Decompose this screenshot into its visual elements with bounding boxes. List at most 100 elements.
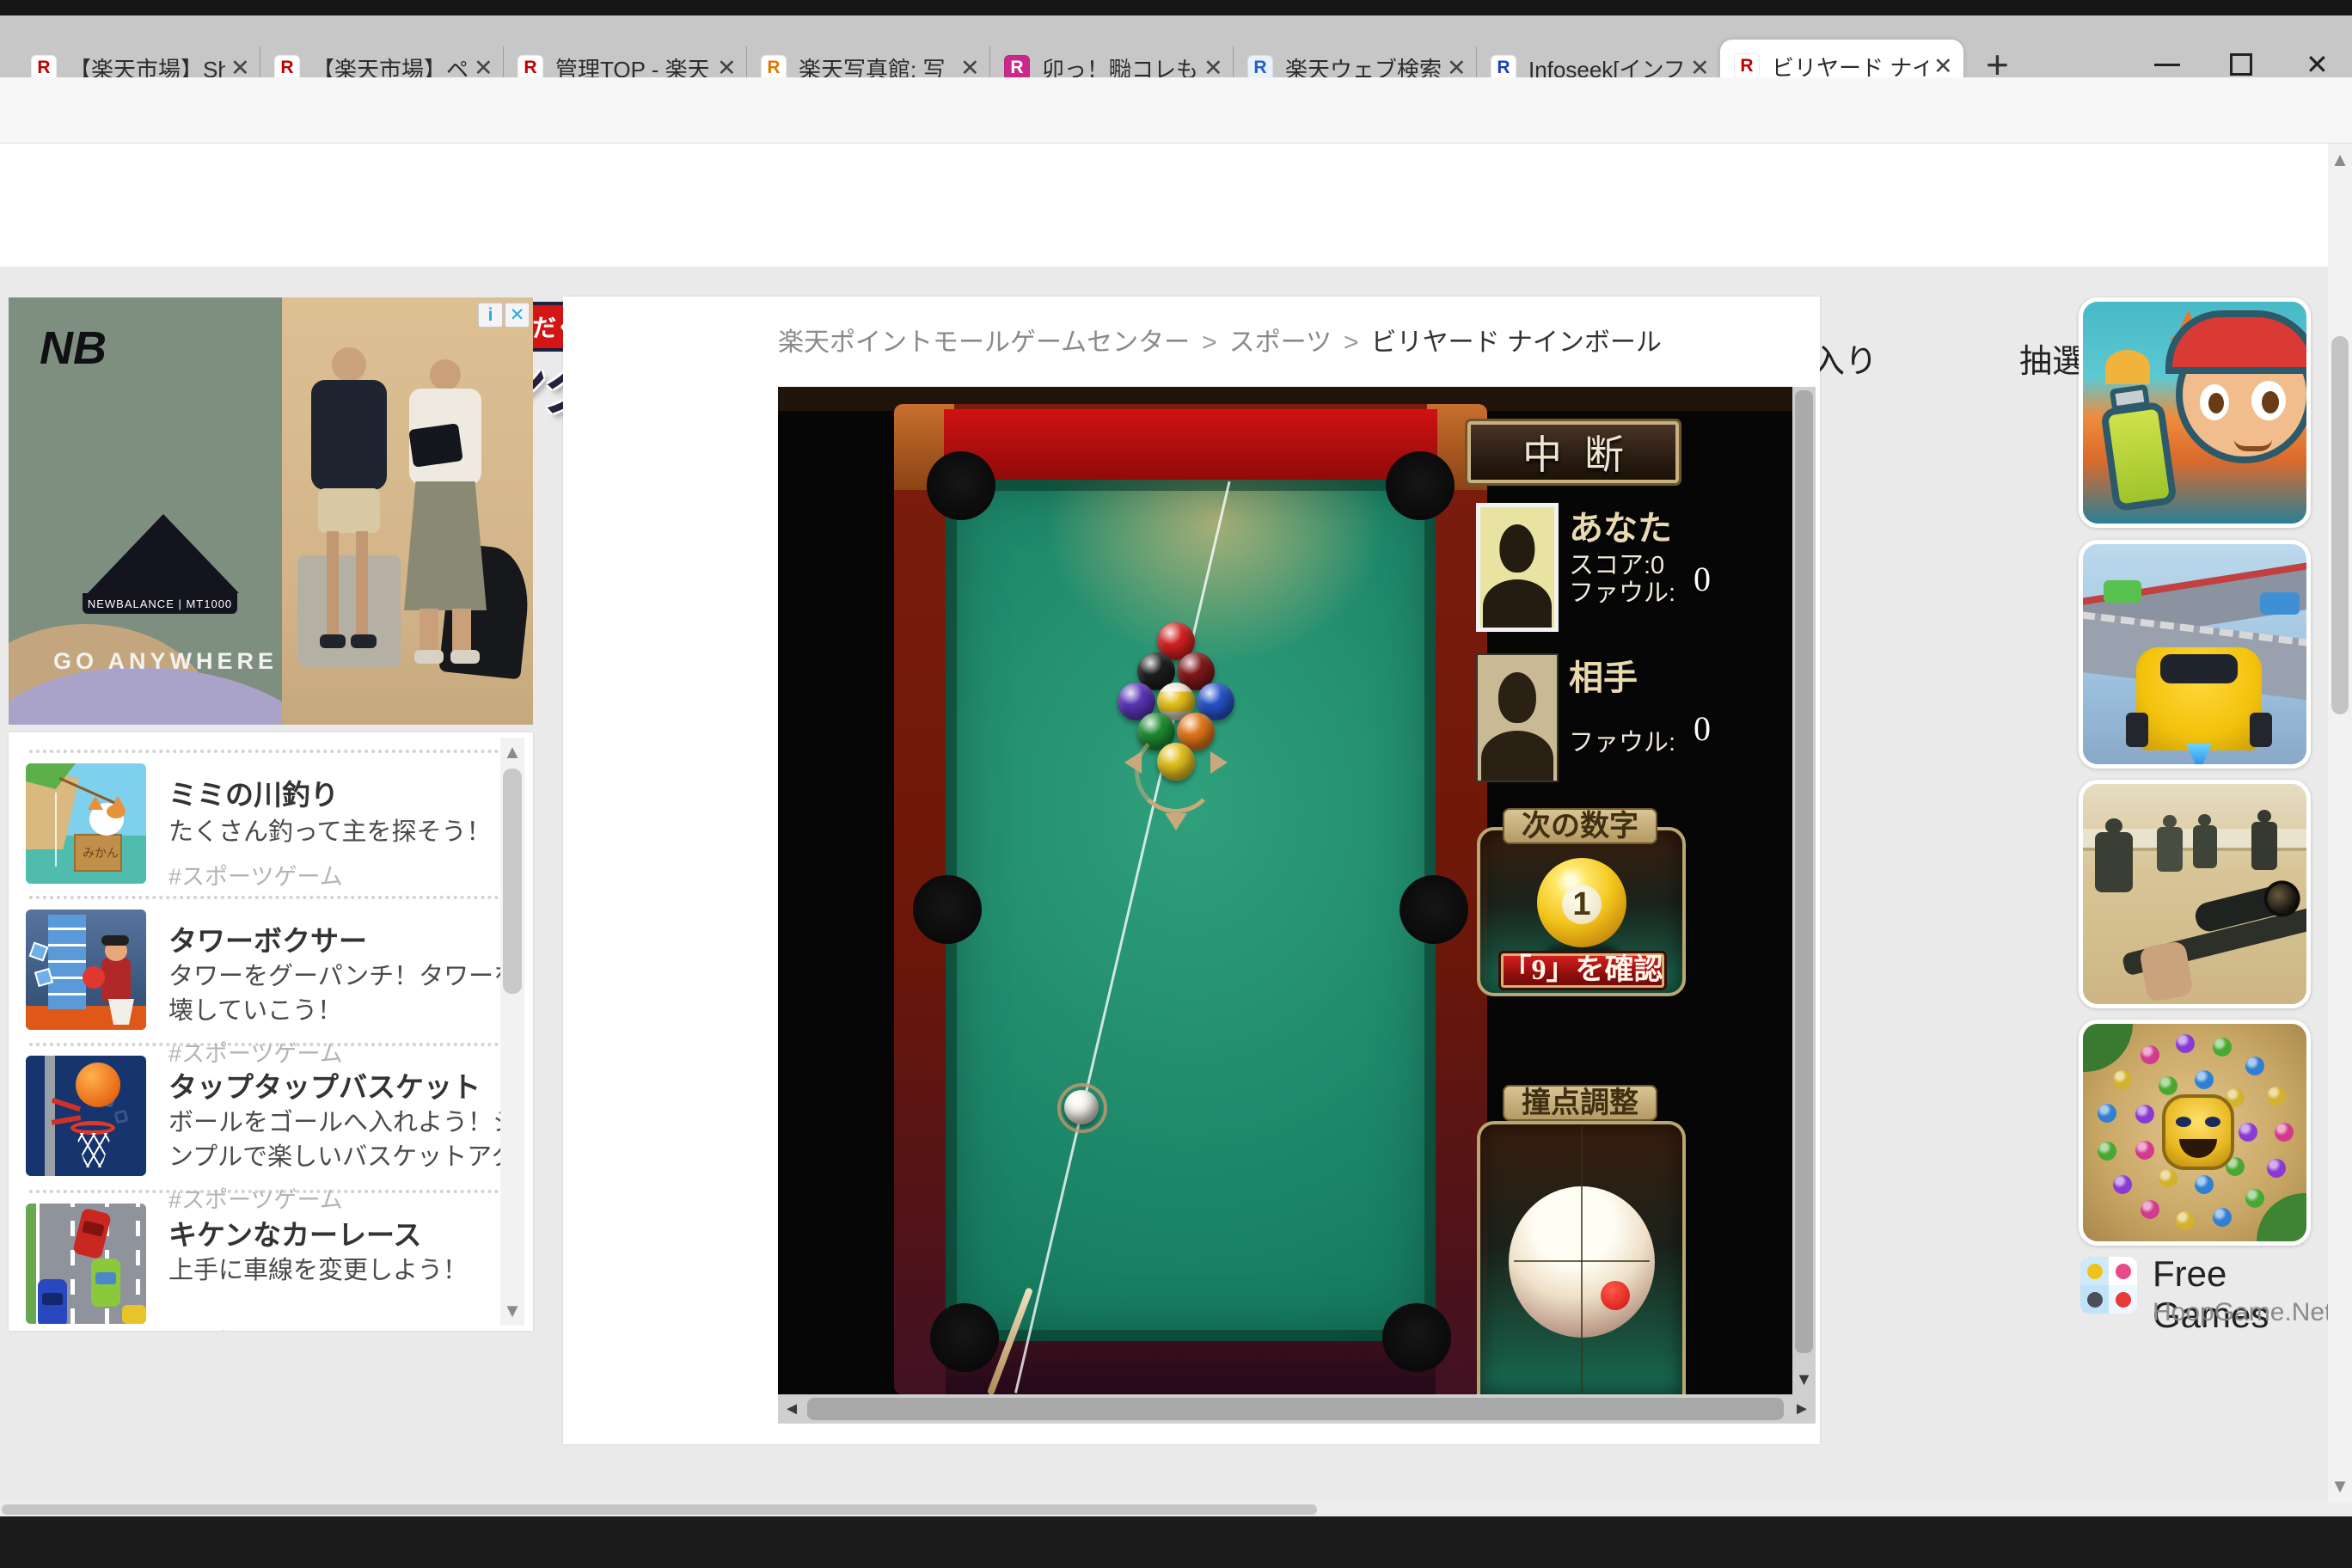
browser-window: R【楽天市場】Sho✕ R【楽天市場】ペー✕ R管理TOP - 楽天✕ R楽天写… — [0, 0, 2352, 1568]
ad-thumb-subway-runner[interactable] — [2079, 297, 2311, 528]
marble-ball — [2267, 1159, 2286, 1179]
ad-thumb-car-stunt[interactable] — [2079, 540, 2311, 769]
marble-ball — [2194, 1069, 2214, 1089]
scrollbar-thumb[interactable] — [2331, 336, 2349, 714]
pocket-top-left — [927, 451, 995, 520]
game-desc: 上手に車線を変更しよう！ — [168, 1257, 469, 1284]
boxer-game-thumbnail — [26, 910, 146, 1030]
game-title[interactable]: タワーボクサー — [168, 918, 367, 959]
scroll-up-icon[interactable]: ▲ — [500, 741, 524, 763]
pocket-middle-right — [1400, 875, 1468, 944]
game-title[interactable]: キケンなカーレース — [168, 1212, 421, 1253]
player-you-avatar — [1476, 503, 1559, 632]
marble-ball — [2176, 1033, 2196, 1053]
ad-woman-head — [430, 359, 461, 390]
tab-strip: R【楽天市場】Sho✕ R【楽天市場】ペー✕ R管理TOP - 楽天✕ R楽天写… — [0, 15, 2352, 93]
hoop-pole — [45, 1056, 55, 1176]
fishing-line — [55, 793, 57, 867]
scrollbar-thumb[interactable] — [2, 1504, 1317, 1515]
marble-ball — [2135, 1104, 2154, 1124]
ad-close-icon[interactable]: ✕ — [505, 303, 530, 328]
scroll-up-icon[interactable]: ▲ — [2328, 149, 2352, 171]
tower — [48, 915, 86, 1009]
boxing-glove — [83, 966, 105, 989]
soldier — [2251, 810, 2277, 870]
windows-taskbar: A 23:51 — [0, 1516, 2352, 1568]
marble-ball — [2245, 1056, 2264, 1075]
boxer-cap — [101, 935, 129, 946]
ad-thumb-marble-blast[interactable] — [2079, 1020, 2311, 1246]
boxer-body — [101, 958, 131, 1002]
ad-info-icon[interactable]: i — [478, 303, 503, 328]
blue-car — [2260, 592, 2300, 615]
spray-can — [2100, 383, 2177, 512]
ad-triangle-badge — [88, 514, 239, 593]
scrollbar-thumb[interactable] — [807, 1398, 1784, 1420]
maximize-button[interactable] — [2230, 53, 2252, 76]
marble-ball — [2245, 1189, 2264, 1209]
site-header: ミニゲーム盛りだくさん！ ゲームセンター ホーム ミッション一覧 新着ゲーム プ… — [0, 144, 2328, 423]
sun — [2105, 350, 2150, 384]
cue-ball[interactable] — [1064, 1090, 1099, 1124]
game-title[interactable]: タップタップバスケット — [168, 1064, 481, 1106]
soldier — [2095, 818, 2133, 892]
divider — [29, 750, 512, 753]
nav-lottery[interactable]: 抽選 — [2019, 334, 2085, 382]
sidebar-scrollbar[interactable]: ▲ ▼ — [500, 738, 524, 1326]
pool-table — [894, 404, 1487, 1394]
blue-car — [38, 1279, 67, 1324]
browser-toolbar: ← ⟳ https://general.game.pointmall.rakut… — [0, 77, 2352, 213]
window-titlebar — [0, 0, 2352, 15]
rotation-arc[interactable] — [1135, 731, 1217, 813]
player-opponent-foul-label: ファウル: — [1569, 729, 1676, 756]
billiards-game-canvas[interactable]: 中断 あなた スコア:0 ファウル: 0 相手 ファウル: 0 次の数字 1 「… — [778, 387, 1792, 1394]
rotate-left-arrow[interactable] — [1124, 751, 1142, 774]
board-arm — [51, 1097, 82, 1112]
breadcrumb-category[interactable]: スポーツ — [1229, 328, 1332, 357]
player-opponent-foul-value: 0 — [1694, 709, 1711, 748]
falling-tile — [28, 941, 49, 962]
page-vertical-scrollbar[interactable]: ▲ ▼ — [2328, 144, 2352, 1503]
tab-close-icon[interactable]: ✕ — [1933, 53, 1953, 80]
yellow-supercar — [2126, 647, 2272, 764]
close-button[interactable]: ✕ — [2306, 48, 2329, 81]
game-title[interactable]: ミミの川釣り — [168, 772, 339, 813]
contact-point-marker[interactable] — [1601, 1281, 1630, 1310]
scroll-down-icon[interactable]: ▼ — [1792, 1365, 1816, 1394]
game-vertical-scrollbar[interactable]: ▼ — [1792, 387, 1816, 1394]
breadcrumb: 楽天ポイントモールゲームセンター > スポーツ > ビリヤード ナインボール — [778, 328, 1662, 357]
ad-man-shoe — [351, 634, 377, 648]
ad-man-shoe — [320, 634, 346, 648]
soldier — [2193, 814, 2217, 868]
page-horizontal-scrollbar[interactable] — [0, 1503, 2352, 1516]
marble-ball — [2239, 1123, 2257, 1142]
breadcrumb-root[interactable]: 楽天ポイントモールゲームセンター — [778, 328, 1190, 357]
scrollbar-thumb[interactable] — [503, 769, 522, 994]
pause-button[interactable]: 中断 — [1465, 419, 1681, 486]
hoopgame-site[interactable]: HoopGame.Net — [2153, 1298, 2331, 1327]
player-you-foul-value: 0 — [1694, 560, 1711, 598]
ad-thumb-sniper[interactable] — [2079, 780, 2311, 1008]
scroll-right-icon[interactable]: ► — [1792, 1394, 1812, 1424]
rotate-right-arrow[interactable] — [1210, 751, 1228, 774]
scroll-down-icon[interactable]: ▼ — [500, 1300, 524, 1322]
scroll-left-icon[interactable]: ◄ — [781, 1394, 802, 1424]
hoopgame-logo[interactable] — [2080, 1257, 2137, 1314]
scrollbar-thumb[interactable] — [1795, 390, 1813, 1353]
hoop-rim — [70, 1121, 115, 1135]
mikan-box: みかん — [74, 834, 122, 872]
player-opponent-avatar — [1476, 653, 1559, 782]
marble-ball — [2098, 1141, 2117, 1161]
ad-woman-leg — [420, 609, 438, 653]
game-horizontal-scrollbar[interactable]: ◄ ► — [778, 1394, 1816, 1424]
confirm-nine-button[interactable]: 「9」を確認 — [1498, 951, 1667, 990]
nb-logo: NB — [40, 322, 107, 374]
ad-man-jacket — [311, 380, 387, 490]
scroll-down-icon[interactable]: ▼ — [2328, 1475, 2352, 1498]
ad-man-leg — [327, 531, 339, 634]
ad-banner-newbalance[interactable]: NB NEWBALANCE | MT1000 GO ANYWHERE i ✕ — [9, 297, 533, 725]
pocket-bottom-left — [930, 1303, 999, 1372]
rotate-down-arrow[interactable] — [1165, 813, 1187, 830]
minimize-button[interactable] — [2154, 64, 2180, 66]
golden-mask — [2162, 1094, 2234, 1170]
